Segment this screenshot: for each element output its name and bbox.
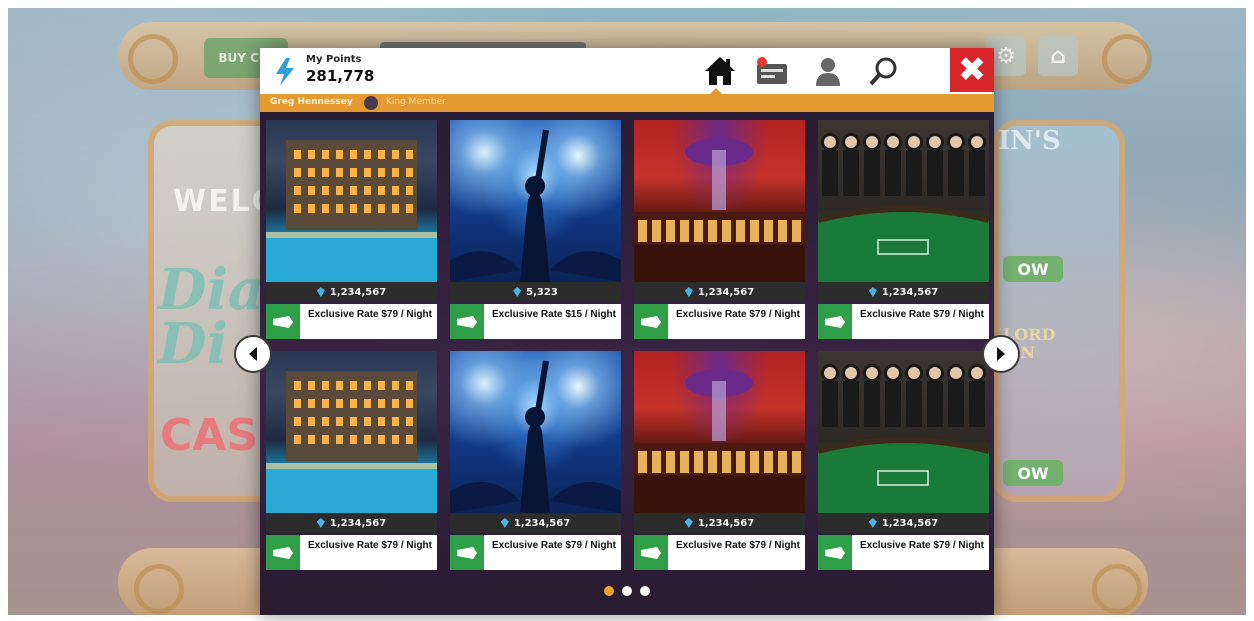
search-icon[interactable]	[866, 54, 902, 88]
reward-image[interactable]	[450, 351, 621, 513]
reward-price-value: 1,234,567	[329, 517, 387, 529]
reward-image[interactable]	[818, 351, 989, 513]
gem-icon	[513, 287, 522, 297]
casino-text: CAS	[160, 410, 259, 461]
reward-deal-text: Exclusive Rate $79 / Night	[308, 309, 432, 320]
reward-card[interactable]: 1,234,567 Exclusive Rate $79 / Night	[818, 351, 989, 570]
modal-header: My Points 281,778 ✖	[260, 48, 994, 94]
reward-card[interactable]: 1,234,567 Exclusive Rate $79 / Night	[818, 120, 989, 339]
points-label: My Points	[306, 54, 362, 65]
reward-price-value: 1,234,567	[881, 286, 939, 298]
reward-price-value: 5,323	[526, 286, 558, 298]
reward-deal-text: Exclusive Rate $79 / Night	[860, 309, 984, 320]
chevron-right-icon	[997, 347, 1005, 361]
reward-card[interactable]: 1,234,567 Exclusive Rate $79 / Night	[634, 351, 805, 570]
chevron-left-icon	[249, 347, 257, 361]
reward-deal-text: Exclusive Rate $79 / Night	[860, 540, 984, 551]
reward-deal[interactable]: Exclusive Rate $79 / Night	[634, 304, 805, 339]
reward-image[interactable]	[634, 120, 805, 282]
reward-deal-text: Exclusive Rate $15 / Night	[492, 309, 616, 320]
reward-price: 1,234,567	[818, 282, 989, 302]
pagination-dot[interactable]	[622, 586, 632, 596]
points-value: 281,778	[306, 67, 375, 85]
gem-icon	[868, 518, 877, 528]
reward-price: 1,234,567	[450, 513, 621, 533]
reward-deal[interactable]: Exclusive Rate $79 / Night	[818, 304, 989, 339]
rewards-modal: My Points 281,778 ✖ Greg Hennessey King …	[234, 48, 1020, 615]
reward-image[interactable]	[266, 120, 437, 282]
user-tier: King Member	[386, 97, 446, 107]
reward-deal[interactable]: Exclusive Rate $79 / Night	[634, 535, 805, 570]
reward-price-value: 1,234,567	[513, 517, 571, 529]
tier-badge-icon	[364, 96, 378, 110]
ticket-icon	[450, 535, 484, 570]
slot-title-text: IN'S	[998, 126, 1061, 156]
reward-card[interactable]: 1,234,567 Exclusive Rate $79 / Night	[450, 351, 621, 570]
close-button[interactable]: ✖	[950, 48, 994, 92]
lobby-home-icon[interactable]: ⌂	[1038, 36, 1078, 76]
home-icon[interactable]	[702, 54, 738, 88]
ticket-icon	[818, 535, 852, 570]
decor-scroll-icon	[128, 34, 178, 84]
reward-price: 1,234,567	[818, 513, 989, 533]
gem-icon	[316, 518, 325, 528]
reward-deal-text: Exclusive Rate $79 / Night	[308, 540, 432, 551]
reward-deal[interactable]: Exclusive Rate $79 / Night	[450, 535, 621, 570]
reward-deal-text: Exclusive Rate $79 / Night	[492, 540, 616, 551]
reward-deal-text: Exclusive Rate $79 / Night	[676, 309, 800, 320]
reward-price-value: 1,234,567	[881, 517, 939, 529]
gem-icon	[684, 287, 693, 297]
reward-card[interactable]: 1,234,567 Exclusive Rate $79 / Night	[634, 120, 805, 339]
ticket-icon	[634, 535, 668, 570]
prev-page-button[interactable]	[234, 335, 272, 373]
active-tab-caret	[708, 88, 724, 96]
reward-price: 1,234,567	[266, 282, 437, 302]
gem-icon	[500, 518, 509, 528]
reward-image[interactable]	[450, 120, 621, 282]
reward-deal[interactable]: Exclusive Rate $79 / Night	[266, 304, 437, 339]
reward-deal[interactable]: Exclusive Rate $79 / Night	[818, 535, 989, 570]
rewards-grid: 1,234,567 Exclusive Rate $79 / Night 5,323…	[260, 112, 994, 582]
reward-card[interactable]: 5,323 Exclusive Rate $15 / Night	[450, 120, 621, 339]
pagination-dots	[260, 586, 994, 602]
reward-price-value: 1,234,567	[697, 286, 755, 298]
decor-scroll-icon	[1102, 34, 1152, 84]
slot-panel-right[interactable]	[993, 120, 1125, 502]
ticket-icon	[266, 304, 300, 339]
decor-scroll-icon	[1092, 564, 1142, 614]
reward-price: 1,234,567	[634, 513, 805, 533]
play-now-button[interactable]: OW	[1003, 460, 1063, 486]
reward-card[interactable]: 1,234,567 Exclusive Rate $79 / Night	[266, 351, 437, 570]
offers-icon[interactable]	[754, 54, 790, 88]
ticket-icon	[266, 535, 300, 570]
reward-price: 1,234,567	[266, 513, 437, 533]
reward-price-value: 1,234,567	[329, 286, 387, 298]
reward-deal[interactable]: Exclusive Rate $15 / Night	[450, 304, 621, 339]
reward-price: 5,323	[450, 282, 621, 302]
reward-price-value: 1,234,567	[697, 517, 755, 529]
pagination-dot[interactable]	[640, 586, 650, 596]
pagination-dot[interactable]	[604, 586, 614, 596]
decor-scroll-icon	[134, 564, 184, 614]
gem-icon	[684, 518, 693, 528]
user-strip: Greg Hennessey King Member	[260, 88, 994, 112]
reward-price: 1,234,567	[634, 282, 805, 302]
reward-card[interactable]: 1,234,567 Exclusive Rate $79 / Night	[266, 120, 437, 339]
gem-icon	[868, 287, 877, 297]
play-now-button[interactable]: OW	[1003, 256, 1063, 282]
next-page-button[interactable]	[982, 335, 1020, 373]
user-name[interactable]: Greg Hennessey	[270, 97, 353, 107]
reward-image[interactable]	[634, 351, 805, 513]
reward-image[interactable]	[818, 120, 989, 282]
gem-icon	[316, 287, 325, 297]
reward-image[interactable]	[266, 351, 437, 513]
points-bolt-icon	[276, 58, 294, 86]
reward-deal-text: Exclusive Rate $79 / Night	[676, 540, 800, 551]
ticket-icon	[450, 304, 484, 339]
ticket-icon	[818, 304, 852, 339]
ticket-icon	[634, 304, 668, 339]
reward-deal[interactable]: Exclusive Rate $79 / Night	[266, 535, 437, 570]
profile-icon[interactable]	[810, 54, 846, 88]
